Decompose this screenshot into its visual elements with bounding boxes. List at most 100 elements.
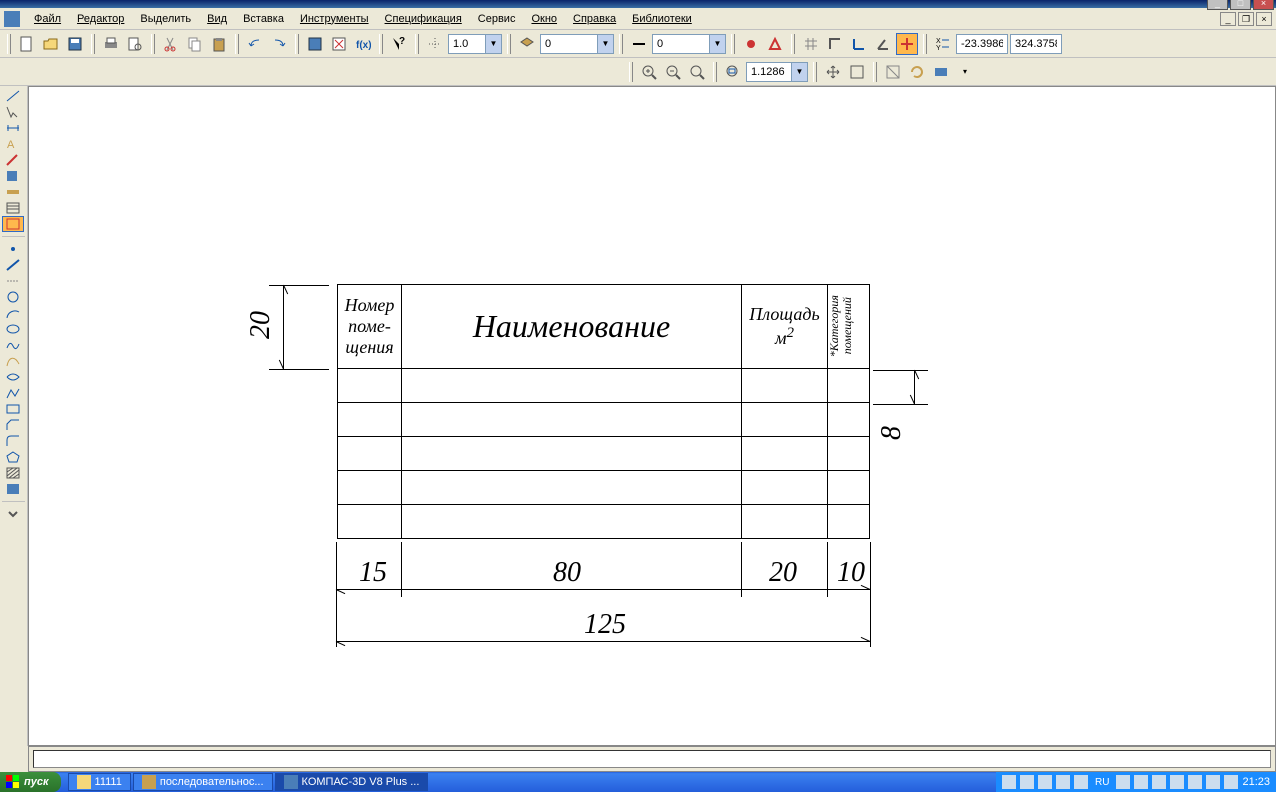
toolbar-grip[interactable] [619,34,623,54]
menu-libraries[interactable]: Библиотеки [624,11,700,27]
tray-icon[interactable] [1056,775,1070,789]
snap-mid-button[interactable] [764,33,786,55]
menu-tools[interactable]: Инструменты [292,11,377,27]
tray-icon[interactable] [1152,775,1166,789]
menu-edit[interactable]: Редактор [69,11,132,27]
snap-toggle-button[interactable] [896,33,918,55]
active-panel-button[interactable] [2,216,24,232]
toolbar-grip[interactable] [629,62,633,82]
table-row[interactable] [338,403,870,437]
tray-icon[interactable] [1002,775,1016,789]
fillet-button[interactable] [2,433,24,449]
snap-end-button[interactable] [740,33,762,55]
toolbar-grip[interactable] [379,34,383,54]
redraw-button[interactable] [882,61,904,83]
toolbar-grip[interactable] [235,34,239,54]
command-line[interactable] [33,750,1271,768]
style-dropdown[interactable]: ▼ [652,34,726,54]
chevron-down-icon[interactable]: ▼ [791,63,807,81]
language-indicator[interactable]: RU [1092,777,1112,788]
spline-button[interactable] [2,337,24,353]
table-row[interactable] [338,505,870,539]
menu-view[interactable]: Вид [199,11,235,27]
menu-file[interactable]: Файл [26,11,69,27]
layer-input[interactable] [541,35,597,53]
coord-x-input[interactable] [956,34,1008,54]
tray-icon[interactable] [1116,775,1130,789]
more-button[interactable] [2,506,24,522]
taskbar-item[interactable]: последовательнос... [133,773,273,791]
toolbar-grip[interactable] [791,34,795,54]
step-dropdown[interactable]: ▼ [448,34,502,54]
menu-insert[interactable]: Вставка [235,11,292,27]
toolbar-grip[interactable] [415,34,419,54]
menu-window[interactable]: Окно [523,11,565,27]
help-context-button[interactable]: ? [388,33,410,55]
coord-y-input[interactable] [1010,34,1062,54]
clock[interactable]: 21:23 [1242,776,1270,788]
zoom-out-button[interactable] [662,61,684,83]
local-cs-button[interactable] [848,33,870,55]
edit-panel-button[interactable] [2,152,24,168]
function-button[interactable]: f(x) [352,33,374,55]
new-button[interactable] [16,33,38,55]
toolbar-grip[interactable] [923,34,927,54]
chamfer-button[interactable] [2,417,24,433]
tray-icon[interactable] [1134,775,1148,789]
undo-button[interactable] [244,33,266,55]
taskbar-item[interactable]: КОМПАС-3D V8 Plus ... [275,773,429,791]
ortho-button[interactable] [824,33,846,55]
toolbar-grip[interactable] [7,34,11,54]
menu-select[interactable]: Выделить [132,11,199,27]
designations-panel-button[interactable]: A [2,136,24,152]
tray-icon[interactable] [1038,775,1052,789]
geometry-panel-button[interactable] [2,88,24,104]
drawing-table[interactable]: Номер поме- щения Наименование Площадь м… [337,284,870,539]
aux-line-button[interactable] [2,273,24,289]
polyline-button[interactable] [2,385,24,401]
preview-button[interactable] [124,33,146,55]
measure-panel-button[interactable] [2,184,24,200]
minimize-button[interactable]: _ [1207,0,1228,10]
copy-button[interactable] [184,33,206,55]
tray-icon[interactable] [1074,775,1088,789]
snap-button[interactable] [424,33,446,55]
properties-button[interactable] [304,33,326,55]
line-button[interactable] [2,257,24,273]
doc-restore-button[interactable]: ❐ [1238,12,1254,26]
spec-panel-button[interactable] [2,200,24,216]
render-button[interactable] [930,61,952,83]
pan-button[interactable] [822,61,844,83]
paste-button[interactable] [208,33,230,55]
chevron-down-icon[interactable]: ▼ [709,35,725,53]
toolbar-grip[interactable] [91,34,95,54]
angle-button[interactable] [872,33,894,55]
toolbar-grip[interactable] [731,34,735,54]
refresh-button[interactable] [906,61,928,83]
open-button[interactable] [40,33,62,55]
layer-button[interactable] [516,33,538,55]
close-button[interactable]: × [1253,0,1274,10]
toolbar-grip[interactable] [713,62,717,82]
tray-icon[interactable] [1188,775,1202,789]
start-button[interactable]: пуск [0,772,61,792]
zoom-fit-button[interactable] [722,61,744,83]
params-panel-button[interactable] [2,168,24,184]
table-row[interactable] [338,437,870,471]
zoom-extent-button[interactable] [846,61,868,83]
chevron-down-icon[interactable]: ▼ [485,35,501,53]
polygon-button[interactable] [2,449,24,465]
cut-button[interactable] [160,33,182,55]
menu-help[interactable]: Справка [565,11,624,27]
chevron-down-icon[interactable]: ▼ [597,35,613,53]
toolbar-grip[interactable] [151,34,155,54]
hatch-button[interactable] [2,465,24,481]
rect-button[interactable] [2,401,24,417]
tray-icon[interactable] [1206,775,1220,789]
arc-button[interactable] [2,305,24,321]
step-input[interactable] [449,35,485,53]
save-button[interactable] [64,33,86,55]
menu-spec[interactable]: Спецификация [377,11,470,27]
redo-button[interactable] [268,33,290,55]
print-button[interactable] [100,33,122,55]
